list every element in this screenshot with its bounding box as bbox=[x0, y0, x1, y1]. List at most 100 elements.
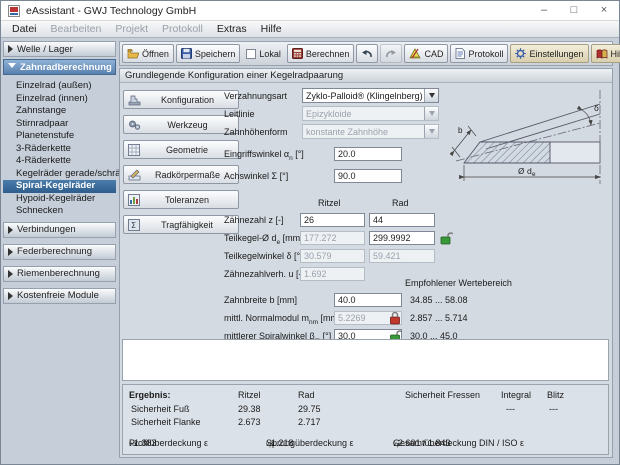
konfiguration-button[interactable]: Konfiguration bbox=[123, 90, 239, 109]
range-header: Empfohlener Wertebereich bbox=[405, 278, 512, 288]
lokal-checkbox[interactable] bbox=[246, 48, 257, 59]
results-title: Ergebnis: bbox=[129, 390, 171, 400]
collapse-arrow-icon bbox=[8, 269, 13, 278]
cad-button[interactable]: CAD bbox=[404, 44, 449, 63]
sidebar-section-riemenberechnung[interactable]: Riemenberechnung bbox=[3, 265, 116, 282]
sidebar-section-federberechnung[interactable]: Federberechnung bbox=[3, 243, 116, 260]
sidebar-section-welle-lager[interactable]: Welle / Lager bbox=[3, 41, 116, 57]
zahnbreite-range: 34.85 ... 58.08 bbox=[410, 295, 468, 305]
sidebar-section-label: Zahnradberechnung bbox=[20, 61, 112, 73]
tragfaehigkeit-button[interactable]: Σ Tragfähigkeit bbox=[123, 215, 239, 234]
sidebar-item-4-raederkette[interactable]: 4-Räderkette bbox=[3, 155, 116, 168]
menu-hilfe[interactable]: Hilfe bbox=[254, 22, 289, 36]
teilkegelwinkel-label: Teilkegelwinkel δ [°] bbox=[224, 251, 303, 261]
hilfe-button[interactable]: Hilfe bbox=[590, 44, 620, 63]
collapse-arrow-icon bbox=[8, 45, 13, 53]
load-capacity-icon: Σ bbox=[128, 218, 140, 231]
eingriffswinkel-input[interactable] bbox=[334, 147, 402, 161]
zaehnezahl-rad-input[interactable] bbox=[369, 213, 435, 227]
sidebar-item-3-raederkette[interactable]: 3-Räderkette bbox=[3, 143, 116, 156]
menu-datei[interactable]: Datei bbox=[5, 22, 44, 36]
sidebar-item-planetenstufe[interactable]: Planetenstufe bbox=[3, 130, 116, 143]
cad-icon bbox=[409, 48, 422, 59]
main-panel: Grundlegende Konfiguration einer Kegelra… bbox=[119, 68, 613, 458]
sidebar-item-spiral-kegelraeder[interactable]: Spiral-Kegelräder bbox=[3, 180, 116, 193]
achswinkel-input[interactable] bbox=[334, 169, 402, 183]
sidebar-item-einzelrad-aussen[interactable]: Einzelrad (außen) bbox=[3, 80, 116, 93]
gear-icon bbox=[515, 48, 527, 59]
werkzeug-button[interactable]: Werkzeug bbox=[123, 115, 239, 134]
sidebar-item-einzelrad-innen[interactable]: Einzelrad (innen) bbox=[3, 93, 116, 106]
zahnbreite-input[interactable] bbox=[334, 293, 402, 307]
zaehnezahlverh-input bbox=[300, 267, 365, 281]
sidebar-item-zahnstange[interactable]: Zahnstange bbox=[3, 105, 116, 118]
protokoll-button[interactable]: Protokoll bbox=[450, 44, 509, 63]
teilkegel-ritzel-input bbox=[300, 231, 365, 245]
results-col-rad: Rad bbox=[298, 390, 315, 400]
menu-extras[interactable]: Extras bbox=[210, 22, 254, 36]
unlock-icon-green[interactable] bbox=[439, 231, 453, 245]
rad-column-header: Rad bbox=[392, 198, 409, 208]
teilkegelwinkel-ritzel-input bbox=[300, 249, 365, 263]
ritzel-column-header: Ritzel bbox=[318, 198, 341, 208]
zaehnezahl-ritzel-input[interactable] bbox=[300, 213, 365, 227]
section-title: Grundlegende Konfiguration einer Kegelra… bbox=[120, 69, 612, 83]
tolerance-chart-icon bbox=[128, 193, 140, 206]
sidebar-section-label: Kostenfreie Module bbox=[17, 290, 99, 301]
save-disk-icon bbox=[180, 48, 192, 59]
gears-icon bbox=[129, 120, 141, 130]
minimize-button[interactable]: – bbox=[529, 1, 559, 20]
sidebar-section-label: Federberechnung bbox=[17, 246, 92, 257]
grid-icon bbox=[128, 143, 140, 156]
close-button[interactable]: × bbox=[589, 1, 619, 20]
normalmodul-label: mittl. Normalmodul mnm [mm] bbox=[224, 313, 341, 326]
undo-button[interactable] bbox=[356, 44, 379, 63]
sidebar-section-kostenfreie-module[interactable]: Kostenfreie Module bbox=[3, 287, 116, 304]
chevron-down-icon[interactable] bbox=[424, 89, 438, 102]
lock-icon-red[interactable] bbox=[388, 311, 402, 325]
redo-icon bbox=[386, 49, 397, 57]
redo-button bbox=[380, 44, 403, 63]
berechnen-button[interactable]: Berechnen bbox=[286, 44, 355, 63]
sidebar-item-stirnradpaar[interactable]: Stirnradpaar bbox=[3, 118, 116, 131]
zaehnezahl-label: Zähnezahl z [-] bbox=[224, 215, 284, 225]
pencil-ruler-icon bbox=[128, 169, 141, 180]
sidebar-item-hypoid-kegelraeder[interactable]: Hypoid-Kegelräder bbox=[3, 193, 116, 206]
svg-text:Σ: Σ bbox=[131, 221, 136, 230]
sicherheit-fuss-ritzel: 29.38 bbox=[238, 404, 261, 414]
save-button[interactable]: Speichern bbox=[175, 44, 241, 63]
collapse-arrow-icon bbox=[8, 247, 13, 256]
sidebar-section-zahnradberechnung[interactable]: Zahnradberechnung bbox=[3, 59, 116, 75]
open-button[interactable]: Öffnen bbox=[122, 44, 174, 63]
collapse-arrow-icon bbox=[8, 225, 13, 234]
sicherheit-flanke-ritzel: 2.673 bbox=[238, 417, 261, 427]
sidebar-section-verbindungen[interactable]: Verbindungen bbox=[3, 221, 116, 238]
message-area bbox=[122, 339, 609, 381]
results-col-ritzel: Ritzel bbox=[238, 390, 261, 400]
window-title: eAssistant - GWJ Technology GmbH bbox=[26, 4, 197, 17]
zahnhoehenform-select: konstante Zahnhöhe bbox=[302, 124, 439, 139]
menu-protokoll: Protokoll bbox=[162, 23, 203, 35]
normalmodul-range: 2.857 ... 5.714 bbox=[410, 313, 468, 323]
verzahnungsart-select[interactable]: Zyklo-Palloid® (Klingelnberg) bbox=[302, 88, 439, 103]
sidebar-item-list: Einzelrad (außen) Einzelrad (innen) Zahn… bbox=[3, 77, 126, 222]
toleranzen-button[interactable]: Toleranzen bbox=[123, 190, 239, 209]
menu-bearbeiten: Bearbeiten bbox=[50, 23, 102, 35]
chevron-down-icon bbox=[424, 107, 438, 120]
einstellungen-button[interactable]: Einstellungen bbox=[510, 44, 589, 63]
maximize-button[interactable]: □ bbox=[559, 1, 589, 20]
calculator-icon bbox=[291, 48, 303, 59]
bevel-gear-diagram: b δ Ø de bbox=[450, 90, 601, 184]
document-icon bbox=[456, 48, 466, 59]
sicherheit-flanke-rad: 2.717 bbox=[298, 417, 321, 427]
leitlinie-label: Leitlinie bbox=[224, 109, 255, 119]
teilkegel-rad-input[interactable] bbox=[369, 231, 435, 245]
sidebar-item-kegelraeder[interactable]: Kegelräder gerade/schräg bbox=[3, 168, 126, 181]
zahnbreite-label: Zahnbreite b [mm] bbox=[224, 295, 298, 305]
lokal-checkbox-group[interactable]: Lokal bbox=[242, 44, 285, 63]
sidebar-item-schnecken[interactable]: Schnecken bbox=[3, 205, 116, 218]
sicherheit-fuss-label: Sicherheit Fuß bbox=[131, 404, 190, 414]
svg-text:b: b bbox=[458, 126, 463, 135]
geometrie-button[interactable]: Geometrie bbox=[123, 140, 239, 159]
radkoerpermasse-button[interactable]: Radkörpermaße bbox=[123, 165, 239, 184]
